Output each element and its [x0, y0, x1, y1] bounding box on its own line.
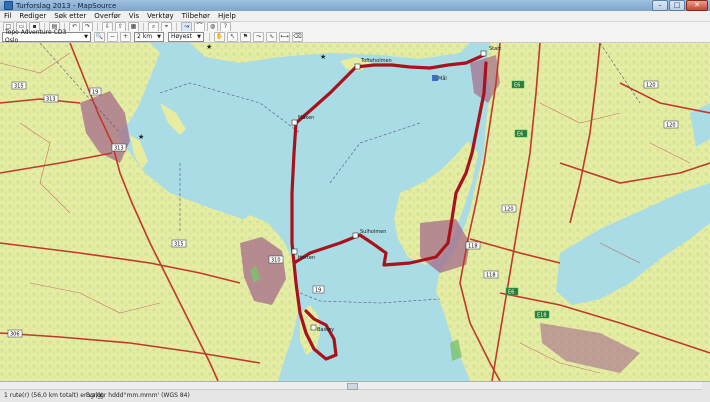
map-graphic: Start Tofteholmen Måken Horten Sulholmen… [0, 43, 710, 381]
horizontal-scrollbar[interactable] [0, 382, 702, 390]
menu-verktoy[interactable]: Verktøy [143, 12, 178, 20]
waypoint-start-label: Start [489, 46, 501, 52]
map-product-select[interactable]: Topo Adventure CD3 Oslo ▼ [2, 29, 91, 44]
road-shield: E6 [505, 287, 519, 296]
maximize-button[interactable]: □ [669, 0, 685, 11]
close-button[interactable]: ✕ [686, 0, 708, 11]
map-toolbar: Topo Adventure CD3 Oslo ▼ 🔍 − + 2 km ▼ Høy… [0, 29, 710, 44]
svg-text:315: 315 [174, 242, 184, 248]
waypoint-horten-label: Horten [298, 255, 315, 261]
title-bar: Turforslag 2013 - MapSource – □ ✕ [0, 0, 710, 11]
waypoint-tofteholmen-label: Tofteholmen [360, 58, 392, 64]
svg-text:313: 313 [114, 146, 124, 152]
road-shield: 118 [465, 241, 481, 250]
mapsource-window: Turforslag 2013 - MapSource – □ ✕ Fil Re… [0, 0, 710, 402]
menu-rediger[interactable]: Rediger [15, 12, 50, 20]
road-shield: 120 [663, 120, 679, 129]
erase-tool-icon[interactable]: ⌫ [292, 31, 303, 42]
pan-tool-icon[interactable]: ✋ [214, 31, 225, 42]
zoom-level-select[interactable]: 2 km ▼ [134, 31, 164, 42]
menu-tilbehor[interactable]: Tilbehør [178, 12, 214, 20]
svg-text:120: 120 [504, 207, 514, 213]
road-shield: 19 [312, 285, 325, 294]
road-shield: 315 [11, 81, 27, 90]
minimize-button[interactable]: – [652, 0, 668, 11]
star-marker-icon: ★ [206, 43, 212, 51]
svg-text:19: 19 [315, 288, 321, 294]
svg-text:19: 19 [92, 90, 98, 96]
svg-text:313: 313 [46, 97, 56, 103]
status-bar: 1 rute(r) (56,0 km totalt) er valgt Bgr/… [0, 381, 710, 402]
road-shield: 313 [111, 143, 127, 152]
svg-text:310: 310 [271, 258, 281, 264]
menu-hjelp[interactable]: Hjelp [214, 12, 240, 20]
zoom-level-value: 2 km [137, 32, 153, 40]
select-tool-icon[interactable]: ↖ [227, 31, 238, 42]
chevron-down-icon: ▼ [157, 33, 161, 40]
svg-text:315: 315 [14, 84, 24, 90]
zoom-tool-icon[interactable]: 🔍 [94, 31, 105, 42]
window-controls: – □ ✕ [652, 0, 708, 11]
road-shield: E6 [511, 80, 525, 89]
road-shield: 120 [643, 80, 659, 89]
road-shield: 310 [268, 255, 284, 264]
road-shield: 315 [171, 239, 187, 248]
track-tool-icon[interactable]: ∿ [266, 31, 277, 42]
distance-tool-icon[interactable]: ⟷ [279, 31, 290, 42]
detail-level-value: Høyest [171, 32, 192, 40]
svg-text:E6: E6 [508, 290, 514, 296]
coordinate-format: Bgr/lgr hddd°mm.mmm' (WGS 84) [86, 392, 190, 399]
app-icon [4, 1, 13, 10]
svg-text:E6: E6 [514, 83, 520, 89]
window-title: Turforslag 2013 - MapSource [16, 1, 117, 10]
svg-text:120: 120 [666, 123, 676, 129]
road-shield: E6 [514, 129, 528, 138]
waypoint-mal-label: Mål [438, 75, 447, 82]
waypoint-sulholmen-label: Sulholmen [360, 229, 386, 235]
zoom-out-icon[interactable]: − [107, 31, 118, 42]
road-shield: 313 [43, 94, 59, 103]
menu-sok-etter[interactable]: Søk etter [50, 12, 90, 20]
scrollbar-thumb[interactable] [347, 383, 358, 390]
svg-text:118: 118 [468, 244, 478, 250]
map-canvas[interactable]: Start Tofteholmen Måken Horten Sulholmen… [0, 43, 710, 381]
svg-text:E18: E18 [537, 313, 547, 319]
road-shield: 306 [7, 329, 23, 338]
road-shield: 118 [483, 270, 499, 279]
svg-text:120: 120 [646, 83, 656, 89]
road-shield: 19 [89, 87, 102, 96]
road-shield: 120 [501, 204, 517, 213]
svg-text:306: 306 [10, 332, 20, 338]
road-shield: E18 [534, 310, 550, 319]
route-tool-icon[interactable]: ⤳ [253, 31, 264, 42]
svg-text:E6: E6 [517, 132, 523, 138]
menu-vis[interactable]: Vis [125, 12, 143, 20]
menu-fil[interactable]: Fil [0, 12, 15, 20]
zoom-in-icon[interactable]: + [120, 31, 131, 42]
detail-level-select[interactable]: Høyest ▼ [168, 31, 204, 42]
menu-bar: Fil Rediger Søk etter Overfør Vis Verktø… [0, 11, 710, 21]
chevron-down-icon: ▼ [84, 33, 88, 40]
menu-overfor[interactable]: Overfør [90, 12, 124, 20]
waypoint-bastoy-label: Bastøy [317, 327, 334, 333]
svg-text:118: 118 [486, 273, 496, 279]
waypoint-maken-label: Måken [298, 114, 314, 121]
star-marker-icon: ★ [138, 133, 144, 141]
chevron-down-icon: ▼ [197, 33, 201, 40]
star-marker-icon: ★ [320, 53, 326, 61]
waypoint-tool-icon[interactable]: ⚑ [240, 31, 251, 42]
